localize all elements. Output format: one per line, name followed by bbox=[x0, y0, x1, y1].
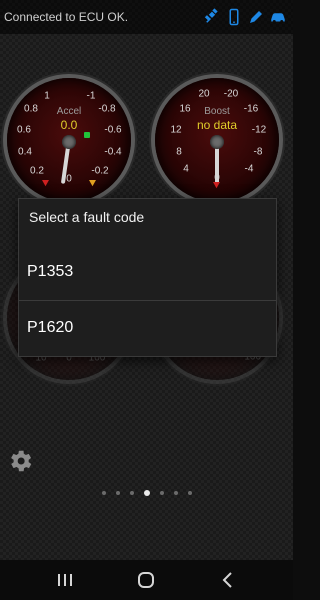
gauge-tick: -1 bbox=[86, 90, 96, 102]
max-marker-icon bbox=[89, 180, 96, 187]
gauge-hub bbox=[62, 135, 76, 149]
page-dot[interactable] bbox=[115, 491, 120, 495]
gauge-value: 0.0 bbox=[60, 118, 78, 132]
gauge-tick: 0.4 bbox=[18, 146, 32, 158]
min-marker-icon bbox=[42, 180, 49, 187]
gauge-tick: -8 bbox=[253, 146, 263, 158]
gauge-tick: -0.2 bbox=[91, 165, 109, 177]
gauge-tick: 12 bbox=[170, 124, 182, 136]
accel-gauge[interactable]: 1 -1 0.8 -0.8 0.6 -0.6 0.4 -0.4 0.2 -0.2… bbox=[7, 78, 131, 202]
gauge-tick: 0.6 bbox=[17, 124, 31, 136]
status-bar: Connected to ECU OK. bbox=[0, 0, 293, 34]
navigation-bar bbox=[0, 560, 293, 600]
app-screen: Connected to ECU OK. 1 -1 0.8 -0.8 0.6 -… bbox=[0, 0, 293, 560]
page-indicator bbox=[0, 490, 293, 496]
gauge-title: Accel bbox=[56, 106, 82, 117]
page-dot-active[interactable] bbox=[143, 490, 150, 496]
boost-gauge[interactable]: 20 -20 16 -16 12 -12 8 -8 4 -4 0 Boost n… bbox=[155, 78, 279, 202]
gauge-tick: -12 bbox=[251, 124, 267, 136]
page-dot[interactable] bbox=[173, 491, 178, 495]
gauge-value: no data bbox=[196, 118, 238, 132]
fault-code-item[interactable]: P1620 bbox=[19, 300, 276, 356]
page-dot[interactable] bbox=[187, 491, 192, 495]
min-marker-icon bbox=[213, 182, 220, 189]
gauge-hub bbox=[210, 135, 224, 149]
car-icon[interactable] bbox=[269, 8, 287, 26]
gauge-tick: 0 bbox=[66, 173, 72, 185]
page-dot[interactable] bbox=[101, 491, 106, 495]
gauge-tick: 4 bbox=[183, 163, 189, 175]
connection-status: Connected to ECU OK. bbox=[4, 10, 129, 24]
recent-apps-icon[interactable] bbox=[53, 570, 77, 590]
home-icon[interactable] bbox=[134, 570, 158, 590]
gauge-title: Boost bbox=[204, 106, 230, 117]
gauge-tick: 0.8 bbox=[24, 103, 38, 115]
pencil-icon[interactable] bbox=[247, 8, 265, 26]
fault-code-dialog: Select a fault code P1353 P1620 bbox=[18, 198, 277, 357]
gauge-tick: -16 bbox=[243, 103, 259, 115]
page-dot[interactable] bbox=[129, 491, 134, 495]
back-icon[interactable] bbox=[216, 570, 240, 590]
gear-icon[interactable] bbox=[6, 447, 34, 475]
status-icons bbox=[203, 8, 287, 26]
gauge-tick: 20 bbox=[198, 88, 210, 100]
phone-icon[interactable] bbox=[225, 8, 243, 26]
gauge-tick: -0.8 bbox=[98, 103, 116, 115]
gauge-tick: -4 bbox=[244, 163, 254, 175]
gauge-tick: 0.2 bbox=[30, 165, 44, 177]
gauge-tick: 8 bbox=[176, 146, 182, 158]
gauge-tick: -0.6 bbox=[104, 124, 122, 136]
status-indicator bbox=[84, 132, 90, 138]
gauge-tick: -20 bbox=[223, 88, 239, 100]
gauge-tick: 1 bbox=[44, 90, 50, 102]
dialog-title: Select a fault code bbox=[29, 209, 145, 225]
fault-code-item[interactable]: P1353 bbox=[19, 244, 276, 300]
page-dot[interactable] bbox=[159, 491, 164, 495]
satellite-icon[interactable] bbox=[203, 8, 221, 26]
gauge-tick: -0.4 bbox=[104, 146, 122, 158]
gauge-tick: 16 bbox=[179, 103, 191, 115]
